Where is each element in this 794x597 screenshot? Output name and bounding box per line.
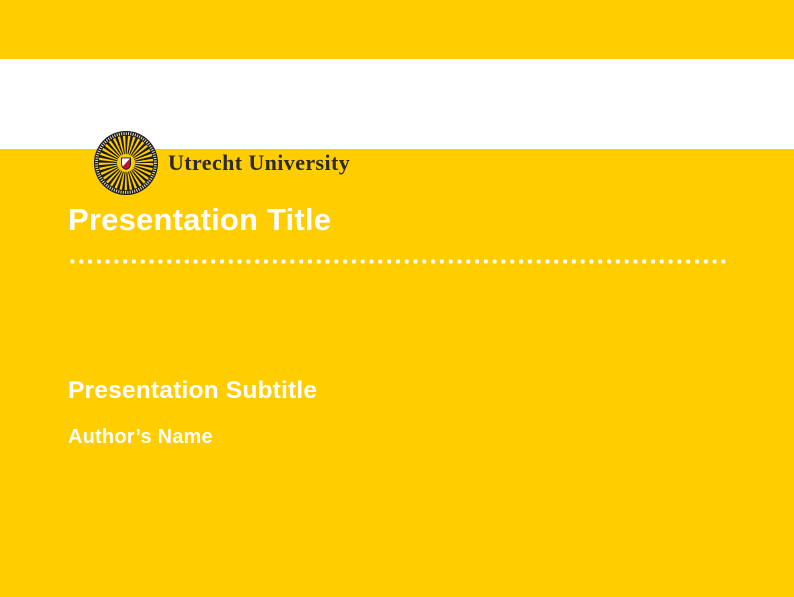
slide-title: Presentation Title xyxy=(68,202,331,238)
author-name: Author’s Name xyxy=(68,426,213,449)
slide-subtitle: Presentation Subtitle xyxy=(68,377,317,405)
university-wordmark: Utrecht University xyxy=(168,118,350,208)
presentation-title-slide: Utrecht University Presentation Title Pr… xyxy=(0,0,794,597)
dotted-divider xyxy=(68,258,729,265)
utrecht-university-sun-logo-icon xyxy=(94,131,158,195)
header-band: Utrecht University xyxy=(0,59,794,149)
